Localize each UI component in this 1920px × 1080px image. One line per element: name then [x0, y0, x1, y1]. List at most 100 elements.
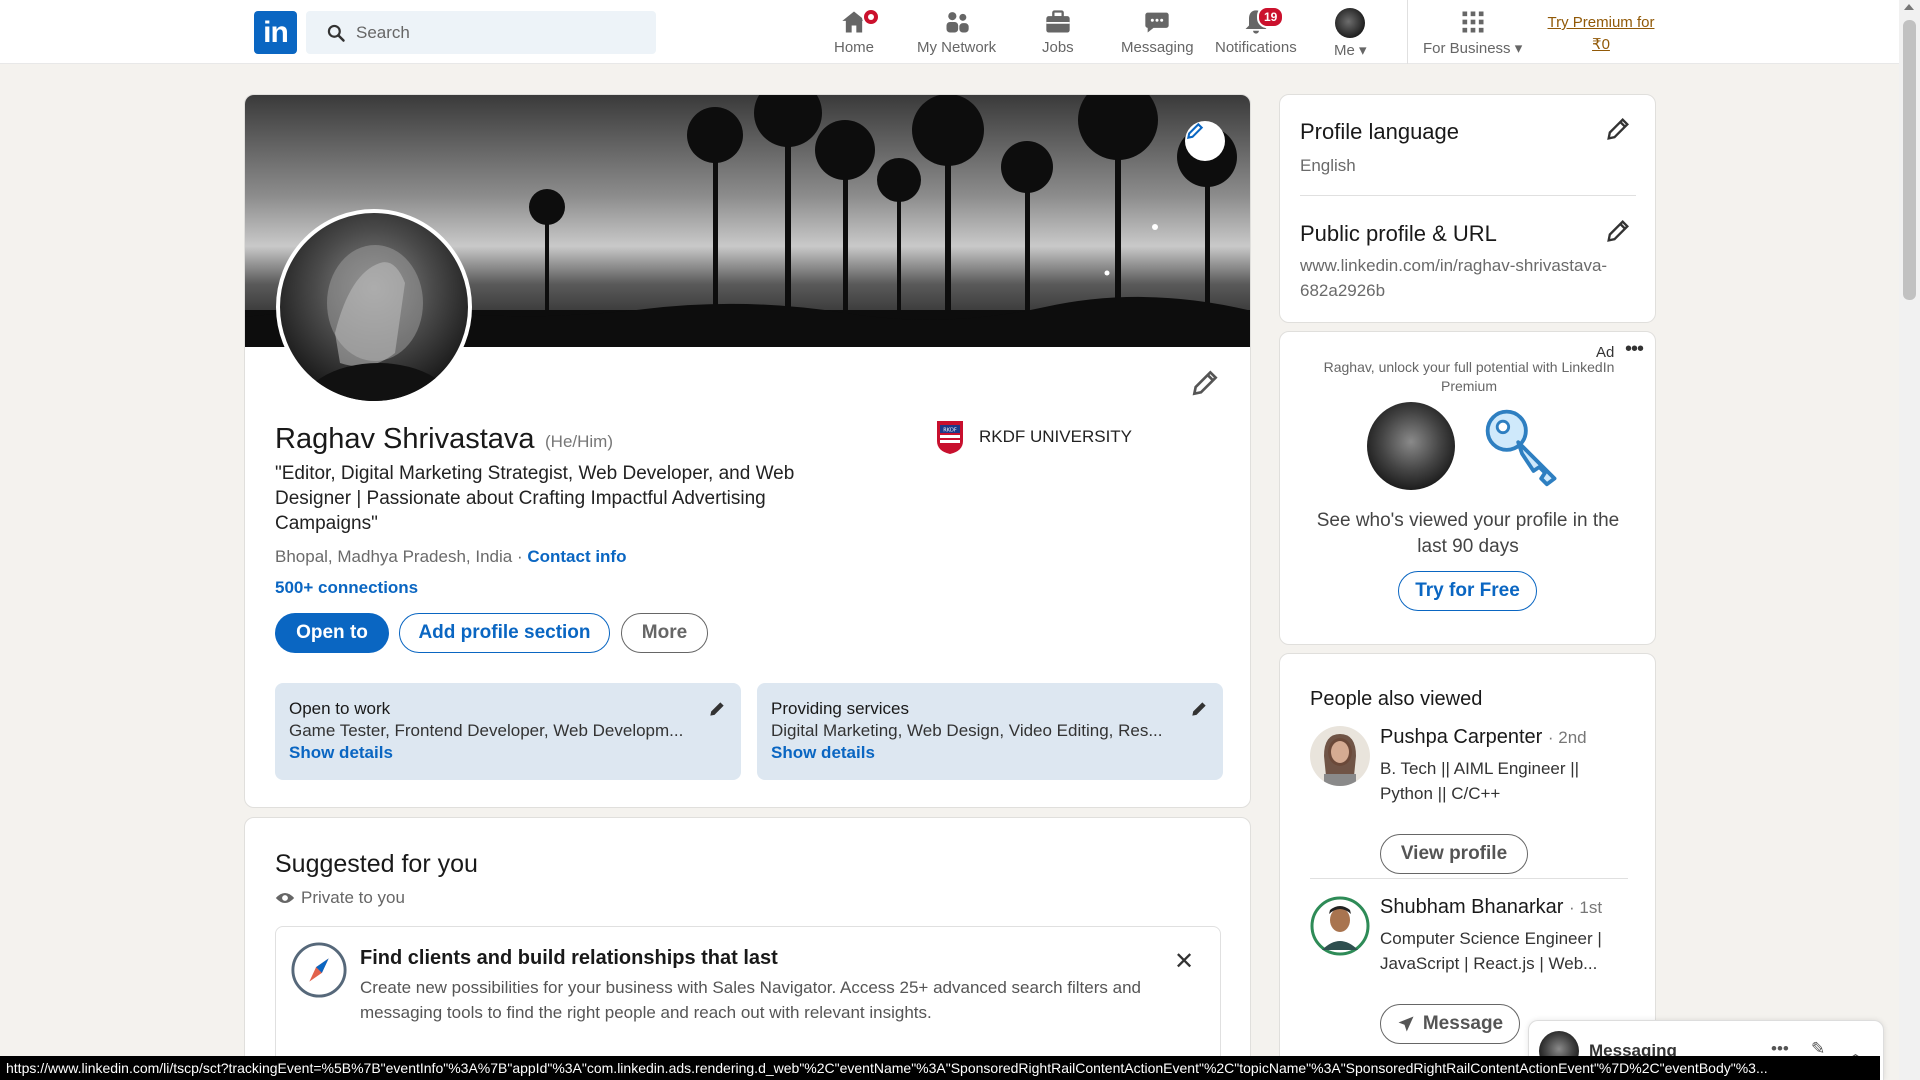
- pencil-icon[interactable]: [1604, 217, 1632, 245]
- nav-jobs-label: Jobs: [1042, 39, 1074, 56]
- open-to-work-title: Open to work: [289, 699, 391, 718]
- page-scrollbar[interactable]: [1899, 0, 1920, 1080]
- network-icon: [946, 12, 969, 33]
- messaging-icon: [1145, 12, 1169, 33]
- person-name[interactable]: Shubham Bhanarkar · 1st: [1380, 896, 1602, 919]
- try-premium-link[interactable]: Try Premium for ₹0: [1546, 12, 1656, 56]
- premium-ad-card: Ad ••• Raghav, unlock your full potentia…: [1279, 331, 1656, 645]
- search-icon: [327, 24, 345, 42]
- profile-location-row: Bhopal, Madhya Pradesh, India · Contact …: [275, 547, 626, 567]
- profile-pronouns: (He/Him): [545, 432, 613, 451]
- profile-photo-silhouette: [300, 245, 456, 401]
- open-to-work-detail: Game Tester, Frontend Developer, Web Dev…: [289, 721, 684, 740]
- nav-home[interactable]: Home: [834, 8, 880, 60]
- me-avatar: [1335, 8, 1366, 38]
- edit-banner-button[interactable]: [1185, 121, 1225, 161]
- try-for-free-button[interactable]: Try for Free: [1398, 571, 1537, 611]
- suggestion-description: Create new possibilities for your busine…: [360, 978, 1141, 1022]
- view-profile-button[interactable]: View profile: [1380, 834, 1528, 874]
- nav-me[interactable]: Me ▾: [1334, 8, 1367, 60]
- more-button[interactable]: More: [621, 613, 708, 653]
- send-icon: [1398, 1016, 1414, 1032]
- nav-home-label: Home: [834, 39, 875, 56]
- nav-my-network-label: My Network: [917, 39, 997, 56]
- pencil-icon: [1187, 122, 1204, 139]
- search-bar[interactable]: [306, 11, 656, 54]
- search-input[interactable]: [356, 22, 646, 43]
- providing-services-title: Providing services: [771, 699, 909, 718]
- public-profile-url-title: Public profile & URL: [1300, 221, 1497, 246]
- profile-photo[interactable]: [276, 209, 472, 405]
- profile-settings-card: Profile language English Public profile …: [1279, 94, 1656, 323]
- linkedin-logo-icon[interactable]: in: [254, 11, 297, 54]
- education-link[interactable]: RKDF RKDF UNIVERSITY: [935, 419, 1132, 455]
- nav-jobs[interactable]: Jobs: [1042, 8, 1074, 60]
- profile-location: Bhopal, Madhya Pradesh, India: [275, 547, 513, 566]
- nav-divider: [1407, 0, 1408, 64]
- avatar[interactable]: [1310, 896, 1370, 956]
- nav-for-business[interactable]: For Business ▾: [1423, 8, 1522, 60]
- person-headline: Computer Science Engineer | JavaScript |…: [1380, 929, 1602, 973]
- contact-info-link[interactable]: Contact info: [527, 547, 626, 566]
- top-navbar: in Home My Network Jobs Messaging 19 Not…: [0, 0, 1899, 64]
- notifications-badge: 19: [1257, 6, 1285, 28]
- connection-degree: · 1st: [1569, 898, 1603, 917]
- suggested-for-you-card: Suggested for you Private to you Find cl…: [244, 817, 1251, 1080]
- pencil-icon[interactable]: [707, 699, 727, 719]
- profile-card: Raghav Shrivastava (He/Him) "Editor, Dig…: [244, 94, 1251, 808]
- public-profile-url-value: www.linkedin.com/in/raghav-shrivastava-6…: [1300, 256, 1608, 300]
- divider: [1300, 195, 1636, 196]
- avatar[interactable]: [1310, 726, 1370, 786]
- scroll-up-arrow-icon[interactable]: [1904, 4, 1914, 10]
- add-profile-section-button[interactable]: Add profile section: [399, 613, 610, 653]
- ad-description: See who's viewed your profile in the las…: [1316, 510, 1620, 557]
- eye-icon: [275, 893, 295, 903]
- ad-headline: Raghav, unlock your full potential with …: [1323, 359, 1615, 394]
- profile-language-value: English: [1300, 156, 1356, 175]
- pencil-icon[interactable]: [1189, 699, 1209, 719]
- profile-language-title: Profile language: [1300, 119, 1460, 144]
- connection-degree: · 2nd: [1547, 728, 1587, 747]
- people-also-viewed-card: People also viewed Pushpa Carpenter · 2n…: [1279, 653, 1656, 1080]
- message-button[interactable]: Message: [1380, 1004, 1520, 1044]
- nav-notifications-label: Notifications: [1215, 39, 1297, 56]
- open-to-work-box[interactable]: Open to work Game Tester, Frontend Devel…: [275, 683, 741, 780]
- nav-messaging[interactable]: Messaging: [1121, 8, 1194, 60]
- compass-icon: [291, 942, 347, 998]
- scroll-thumb[interactable]: [1903, 20, 1916, 300]
- nav-notifications[interactable]: 19 Notifications: [1215, 6, 1297, 60]
- connections-link[interactable]: 500+ connections: [275, 578, 418, 598]
- providing-services-box[interactable]: Providing services Digital Marketing, We…: [757, 683, 1223, 780]
- edit-intro-pencil-icon[interactable]: [1189, 367, 1221, 399]
- providing-services-show-details[interactable]: Show details: [771, 743, 1209, 763]
- university-logo-icon: RKDF: [937, 421, 963, 454]
- people-also-viewed-title: People also viewed: [1310, 688, 1483, 710]
- profile-headline: "Editor, Digital Marketing Strategist, W…: [275, 463, 795, 534]
- providing-services-detail: Digital Marketing, Web Design, Video Edi…: [771, 721, 1163, 740]
- grid-icon: [1462, 11, 1484, 33]
- nav-me-label: Me ▾: [1334, 42, 1367, 59]
- education-name: RKDF UNIVERSITY: [979, 427, 1133, 446]
- separator: ·: [512, 547, 528, 566]
- person-headline: B. Tech || AIML Engineer || Python || C/…: [1380, 759, 1580, 803]
- pencil-icon[interactable]: [1604, 115, 1632, 143]
- home-notification-dot: [862, 8, 880, 26]
- nav-messaging-label: Messaging: [1121, 39, 1194, 56]
- svg-text:RKDF: RKDF: [943, 428, 957, 434]
- key-icon: [1485, 409, 1557, 487]
- nav-for-business-label: For Business ▾: [1423, 40, 1523, 57]
- profile-name: Raghav Shrivastava: [275, 423, 535, 455]
- nav-my-network[interactable]: My Network: [917, 8, 996, 60]
- person-name[interactable]: Pushpa Carpenter · 2nd: [1380, 726, 1587, 749]
- chevron-down-icon: ▾: [1359, 42, 1367, 59]
- suggested-title: Suggested for you: [275, 850, 478, 878]
- open-to-work-show-details[interactable]: Show details: [289, 743, 727, 763]
- suggestion-title: Find clients and build relationships tha…: [360, 947, 778, 969]
- private-to-you: Private to you: [275, 888, 405, 908]
- jobs-icon: [1046, 10, 1070, 33]
- chevron-down-icon: ▾: [1514, 40, 1523, 57]
- open-to-button[interactable]: Open to: [275, 613, 389, 653]
- divider: [1310, 878, 1628, 879]
- link-status-bar: https://www.linkedin.com/li/tscp/sct?tra…: [0, 1056, 1880, 1080]
- close-icon[interactable]: ✕: [1174, 947, 1194, 976]
